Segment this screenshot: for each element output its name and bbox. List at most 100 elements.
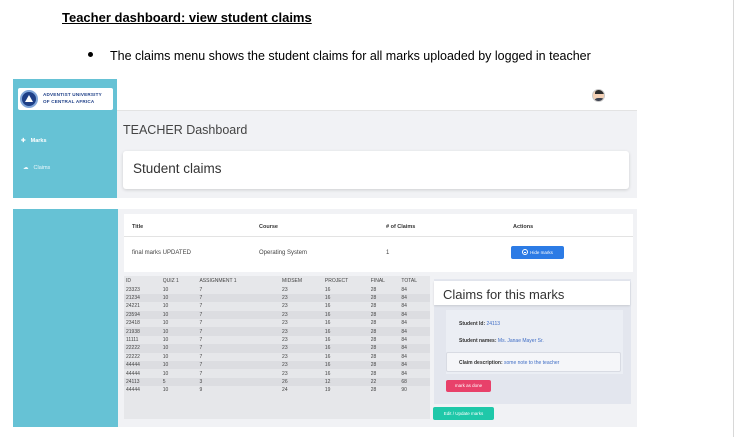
- cell: 16: [322, 310, 369, 320]
- hide-marks-button[interactable]: Hide marks: [511, 246, 564, 259]
- column-header-claims-count: # of Claims: [386, 224, 416, 230]
- cell: 84: [401, 320, 407, 327]
- cell: 28: [368, 293, 400, 303]
- cell: 23: [280, 327, 323, 336]
- claims-header-card: Claims for this marks: [434, 281, 630, 305]
- table-row: 21938 10 7 23 16 28 84: [124, 327, 430, 336]
- sidebar: [13, 209, 118, 427]
- cell: 16: [322, 327, 369, 336]
- table-row: 24221 10 7 23 16 28 84: [124, 302, 430, 310]
- cell: 23: [282, 353, 288, 360]
- column-header-title: Title: [132, 224, 144, 230]
- claim-description-row: Claim description: some note to the teac…: [459, 360, 559, 366]
- student-names-value: Ms. Janae Mayer Sr.: [497, 338, 544, 344]
- cell: 7: [199, 337, 203, 344]
- cell: 12: [322, 377, 369, 387]
- cell: 84: [401, 303, 407, 310]
- avatar-icon[interactable]: [592, 89, 605, 102]
- cell: 44444: [126, 387, 140, 394]
- cell: 10: [162, 370, 169, 377]
- row-title: final marks UPDATED: [132, 250, 191, 256]
- cell: 28: [368, 327, 400, 336]
- marks-table: ID QUIZ 1 ASSIGNMENT 1 MIDSEM PROJECT FI…: [124, 276, 430, 419]
- cell: 23: [280, 310, 323, 320]
- table-row: 24113 5 3 26 12 22 68: [124, 377, 430, 387]
- marks-header-project: PROJECT: [324, 277, 349, 284]
- row-course: Operating System: [259, 250, 308, 256]
- claim-description-box: Claim description: some note to the teac…: [446, 352, 621, 372]
- bullet-dot: [88, 52, 93, 57]
- marks-header-total: TOTAL: [401, 277, 418, 284]
- cell: 28: [368, 344, 400, 353]
- page-title: TEACHER Dashboard: [123, 123, 248, 137]
- cell: 84: [399, 310, 430, 320]
- cell: 44444: [124, 361, 161, 370]
- claim-description-value: some note to the teacher: [504, 360, 560, 366]
- cell: 7: [197, 310, 281, 320]
- column-header-course: Course: [259, 224, 278, 230]
- university-logo: ADVENTIST UNIVERSITY OF CENTRAL AFRICA: [18, 88, 113, 110]
- student-names-label: Student names:: [459, 338, 497, 344]
- cell: 10: [162, 303, 169, 310]
- table-row: 44444 10 7 23 16 28 84: [124, 361, 430, 370]
- table-row: 23418 10 7 23 16 28 84: [124, 319, 430, 327]
- cell: 22: [368, 377, 400, 387]
- cell: 28: [368, 361, 400, 370]
- table-row: 44444 10 7 23 16 28 84: [124, 369, 430, 377]
- cell: 84: [401, 337, 407, 344]
- student-id-row: Student Id: 24113: [459, 321, 500, 327]
- marks-header-final: FINAL: [370, 277, 385, 284]
- cell: 84: [399, 361, 430, 370]
- cell: 16: [322, 344, 369, 353]
- cell: 22222: [124, 344, 161, 353]
- cell: 84: [399, 327, 430, 336]
- cell: 22222: [126, 353, 140, 360]
- cell: 23: [282, 286, 288, 293]
- cell: 16: [322, 361, 369, 370]
- document-bullet-text: The claims menu shows the student claims…: [110, 49, 591, 63]
- cell: 23418: [126, 320, 140, 327]
- cell: 24221: [126, 303, 140, 310]
- table-row: 21234 10 7 23 16 28 84: [124, 293, 430, 303]
- cell: 3: [197, 377, 281, 387]
- sidebar-item-marks[interactable]: ✚ Marks: [21, 138, 47, 144]
- edit-update-marks-button[interactable]: Edit / Update marks: [433, 407, 494, 420]
- sidebar-item-claims[interactable]: ☁ Claims: [23, 165, 50, 171]
- claims-title: Claims for this marks: [443, 287, 565, 302]
- cell: 28: [370, 337, 377, 344]
- cell: 16: [322, 293, 369, 303]
- cell: 24113: [124, 377, 161, 387]
- cell: 21234: [124, 293, 161, 303]
- cell: 28: [370, 353, 377, 360]
- cell: 23: [280, 361, 323, 370]
- cell: 28: [370, 387, 377, 394]
- cell: 23: [280, 293, 323, 303]
- cell: 10: [162, 286, 169, 293]
- cell: 10: [160, 361, 198, 370]
- cell: 28: [368, 310, 400, 320]
- logo-text-line1: ADVENTIST UNIVERSITY: [43, 92, 102, 97]
- cell: 28: [370, 320, 377, 327]
- cell: 9: [199, 387, 203, 394]
- marks-header-id: ID: [126, 277, 131, 284]
- logo-icon: [20, 90, 38, 108]
- mark-as-done-button[interactable]: mark as done: [446, 380, 491, 392]
- cell: 23: [280, 344, 323, 353]
- cell: 7: [199, 320, 203, 327]
- cell: 10: [162, 387, 169, 394]
- document-heading: Teacher dashboard: view student claims: [62, 10, 312, 25]
- sidebar-item-claims-label: Claims: [33, 165, 51, 171]
- table-row: 22222 10 7 23 16 28 84: [124, 344, 430, 353]
- cell: 68: [399, 377, 430, 387]
- cell: 23323: [126, 286, 140, 293]
- hide-marks-label: Hide marks: [530, 250, 553, 255]
- plus-icon: ✚: [21, 138, 26, 144]
- cell: 84: [401, 286, 407, 293]
- cell: 11111: [126, 337, 139, 344]
- marks-header-midsem: MIDSEM: [282, 277, 303, 284]
- cell: 84: [401, 370, 407, 377]
- cell: 10: [160, 344, 198, 353]
- cell: 10: [160, 327, 198, 336]
- cell: 23: [282, 370, 288, 377]
- minus-circle-icon: [522, 249, 529, 255]
